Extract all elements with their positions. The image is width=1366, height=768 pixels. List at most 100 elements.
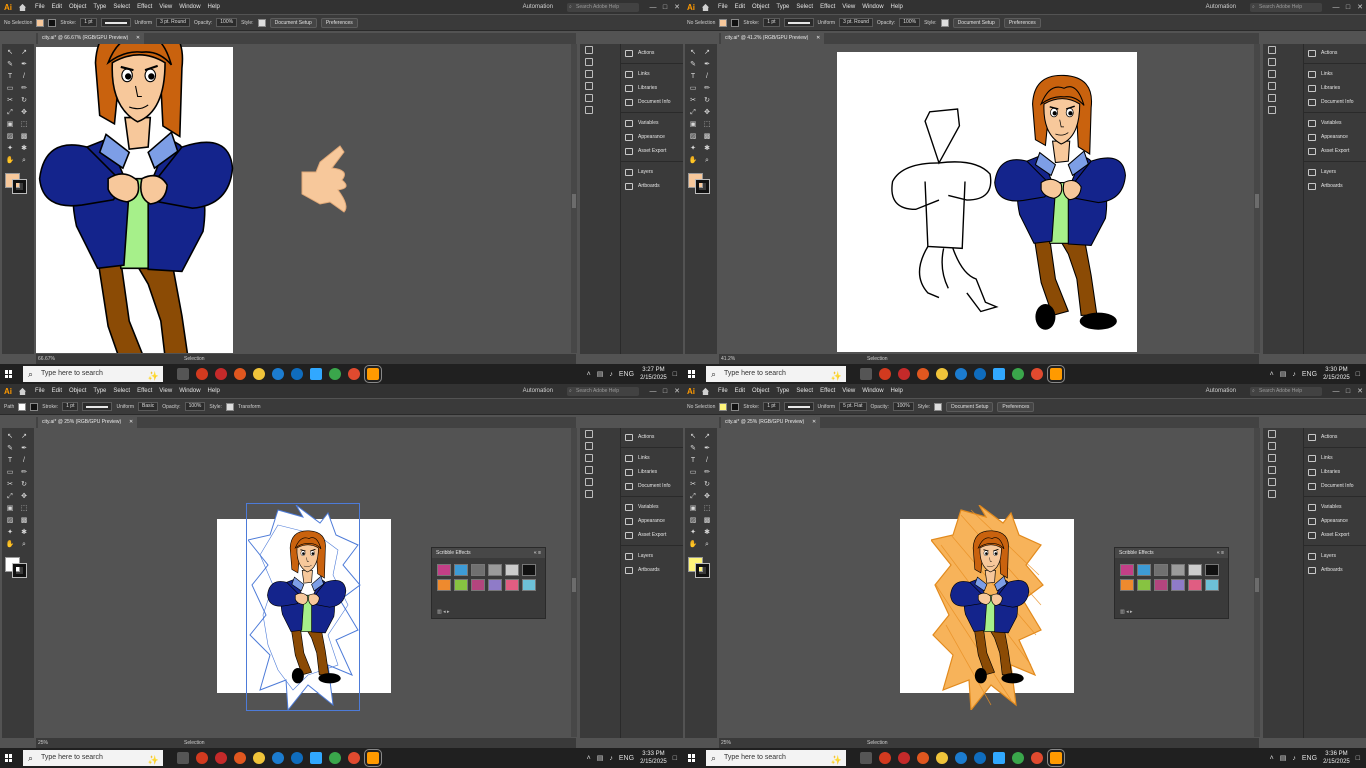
taskbar-app-icon[interactable] bbox=[1047, 749, 1065, 767]
volume-icon[interactable]: ♪ bbox=[609, 755, 613, 762]
panel-links[interactable]: Links bbox=[621, 451, 683, 465]
line-tool-icon[interactable]: / bbox=[702, 72, 712, 81]
panel-toggle-icon[interactable] bbox=[1268, 442, 1276, 450]
maximize-button[interactable]: □ bbox=[659, 4, 671, 11]
menu-view[interactable]: View bbox=[159, 388, 172, 394]
panel-footer-icons[interactable]: ▥ ◂ ▸ bbox=[1120, 609, 1133, 615]
mesh-tool-icon[interactable]: ▨ bbox=[688, 516, 698, 525]
windows-start-icon[interactable] bbox=[688, 370, 696, 378]
pencil-tool-icon[interactable]: ✏ bbox=[19, 84, 29, 93]
panel-links[interactable]: Links bbox=[1304, 451, 1366, 465]
taskbar-app-icon[interactable] bbox=[310, 368, 322, 380]
taskbar-app-icon[interactable] bbox=[1047, 365, 1065, 383]
system-clock[interactable]: 3:33 PM 2/15/2025 bbox=[640, 750, 667, 766]
panel-artboards[interactable]: Artboards bbox=[1304, 563, 1366, 577]
panel-layers[interactable]: Layers bbox=[621, 549, 683, 563]
scribble-preset-swatch[interactable] bbox=[471, 564, 485, 576]
taskbar-app-icon[interactable] bbox=[272, 752, 284, 764]
panel-toggle-icon[interactable] bbox=[585, 46, 593, 54]
direct-selection-tool-icon[interactable]: ↗ bbox=[19, 432, 29, 441]
taskbar-app-icon[interactable] bbox=[860, 368, 872, 380]
canvas-area[interactable] bbox=[36, 44, 571, 353]
panel-document-info[interactable]: Document Info bbox=[1304, 479, 1366, 493]
scribble-preset-swatch[interactable] bbox=[1154, 564, 1168, 576]
panel-toggle-icon[interactable] bbox=[585, 70, 593, 78]
scribble-preset-swatch[interactable] bbox=[1171, 564, 1185, 576]
menu-window[interactable]: Window bbox=[179, 388, 200, 394]
opacity-field[interactable]: 100% bbox=[216, 18, 238, 27]
panel-actions[interactable]: Actions bbox=[621, 46, 683, 60]
curvature-tool-icon[interactable]: ✒ bbox=[702, 444, 712, 453]
eyedropper-tool-icon[interactable]: ✦ bbox=[688, 528, 698, 537]
graphic-style-swatch[interactable] bbox=[225, 402, 234, 411]
panel-footer-icons[interactable]: ▥ ◂ ▸ bbox=[437, 609, 450, 615]
rotate-tool-icon[interactable]: ↻ bbox=[19, 480, 29, 489]
scale-tool-icon[interactable]: ⤢ bbox=[5, 492, 15, 501]
scissors-tool-icon[interactable]: ✂ bbox=[688, 480, 698, 489]
rotate-tool-icon[interactable]: ↻ bbox=[702, 480, 712, 489]
windows-start-icon[interactable] bbox=[688, 754, 696, 762]
panel-layers[interactable]: Layers bbox=[1304, 165, 1366, 179]
variable-width-profile[interactable] bbox=[783, 18, 814, 27]
stroke-box[interactable] bbox=[12, 563, 27, 578]
panel-layers[interactable]: Layers bbox=[621, 165, 683, 179]
curvature-tool-icon[interactable]: ✒ bbox=[19, 60, 29, 69]
menu-file[interactable]: File bbox=[718, 4, 728, 10]
menu-help[interactable]: Help bbox=[891, 388, 903, 394]
panel-document-info[interactable]: Document Info bbox=[621, 479, 683, 493]
menu-select[interactable]: Select bbox=[796, 4, 813, 10]
gradient-tool-icon[interactable]: ▩ bbox=[19, 132, 29, 141]
notifications-icon[interactable]: □ bbox=[673, 371, 677, 378]
stroke-weight-field[interactable]: 1 pt bbox=[80, 18, 97, 27]
vertical-scrollbar[interactable] bbox=[571, 428, 577, 737]
menu-effect[interactable]: Effect bbox=[137, 388, 152, 394]
zoom-level[interactable]: 25% bbox=[38, 738, 48, 748]
scribble-preset-swatch[interactable] bbox=[454, 579, 468, 591]
close-tab-icon[interactable]: ✕ bbox=[816, 33, 820, 44]
home-icon[interactable] bbox=[18, 3, 27, 11]
menu-window[interactable]: Window bbox=[862, 4, 883, 10]
taskbar-app-icon[interactable] bbox=[917, 368, 929, 380]
taskbar-app-icon[interactable] bbox=[364, 749, 382, 767]
shape-builder-tool-icon[interactable]: ▣ bbox=[5, 120, 15, 129]
panel-appearance[interactable]: Appearance bbox=[621, 130, 683, 144]
type-tool-icon[interactable]: T bbox=[688, 72, 698, 81]
selection-tool-icon[interactable]: ↖ bbox=[5, 432, 15, 441]
opacity-field[interactable]: 100% bbox=[899, 18, 921, 27]
pencil-tool-icon[interactable]: ✏ bbox=[702, 84, 712, 93]
scribble-preset-swatch[interactable] bbox=[1120, 579, 1134, 591]
stroke-weight-field[interactable]: 1 pt bbox=[62, 402, 79, 411]
graphic-style-swatch[interactable] bbox=[934, 402, 943, 411]
taskbar-app-icon[interactable] bbox=[215, 752, 227, 764]
rectangle-tool-icon[interactable]: ▭ bbox=[688, 468, 698, 477]
pen-tool-icon[interactable]: ✎ bbox=[688, 60, 698, 69]
character-artwork[interactable] bbox=[36, 44, 236, 353]
network-icon[interactable]: ▤ bbox=[1280, 370, 1287, 378]
menu-view[interactable]: View bbox=[159, 4, 172, 10]
stroke-swatch[interactable] bbox=[731, 402, 740, 411]
panel-variables[interactable]: Variables bbox=[621, 500, 683, 514]
taskbar-app-icon[interactable] bbox=[1012, 368, 1024, 380]
panel-variables[interactable]: Variables bbox=[1304, 500, 1366, 514]
brush-definition-field[interactable]: 3 pt. Round bbox=[156, 18, 190, 27]
tray-chevron-icon[interactable]: ˄ bbox=[587, 755, 591, 762]
menu-edit[interactable]: Edit bbox=[52, 388, 62, 394]
panel-toggle-icon[interactable] bbox=[585, 82, 593, 90]
taskbar-app-icon[interactable] bbox=[974, 752, 986, 764]
line-tool-icon[interactable]: / bbox=[19, 72, 29, 81]
preferences-button[interactable]: Preferences bbox=[1003, 17, 1041, 28]
variable-width-profile[interactable] bbox=[82, 402, 113, 411]
selection-bounding-box[interactable] bbox=[246, 503, 360, 711]
panel-menu-icon[interactable]: « ≡ bbox=[1217, 548, 1224, 558]
panel-artboards[interactable]: Artboards bbox=[621, 563, 683, 577]
menu-type[interactable]: Type bbox=[93, 4, 106, 10]
scissors-tool-icon[interactable]: ✂ bbox=[688, 96, 698, 105]
shape-builder-tool-icon[interactable]: ▣ bbox=[5, 504, 15, 513]
scribble-preset-swatch[interactable] bbox=[488, 579, 502, 591]
windows-start-icon[interactable] bbox=[5, 754, 13, 762]
maximize-button[interactable]: □ bbox=[1342, 388, 1354, 395]
gradient-tool-icon[interactable]: ▩ bbox=[19, 516, 29, 525]
language-indicator[interactable]: ENG bbox=[1302, 371, 1317, 378]
volume-icon[interactable]: ♪ bbox=[1292, 371, 1296, 378]
panel-toggle-icon[interactable] bbox=[1268, 94, 1276, 102]
